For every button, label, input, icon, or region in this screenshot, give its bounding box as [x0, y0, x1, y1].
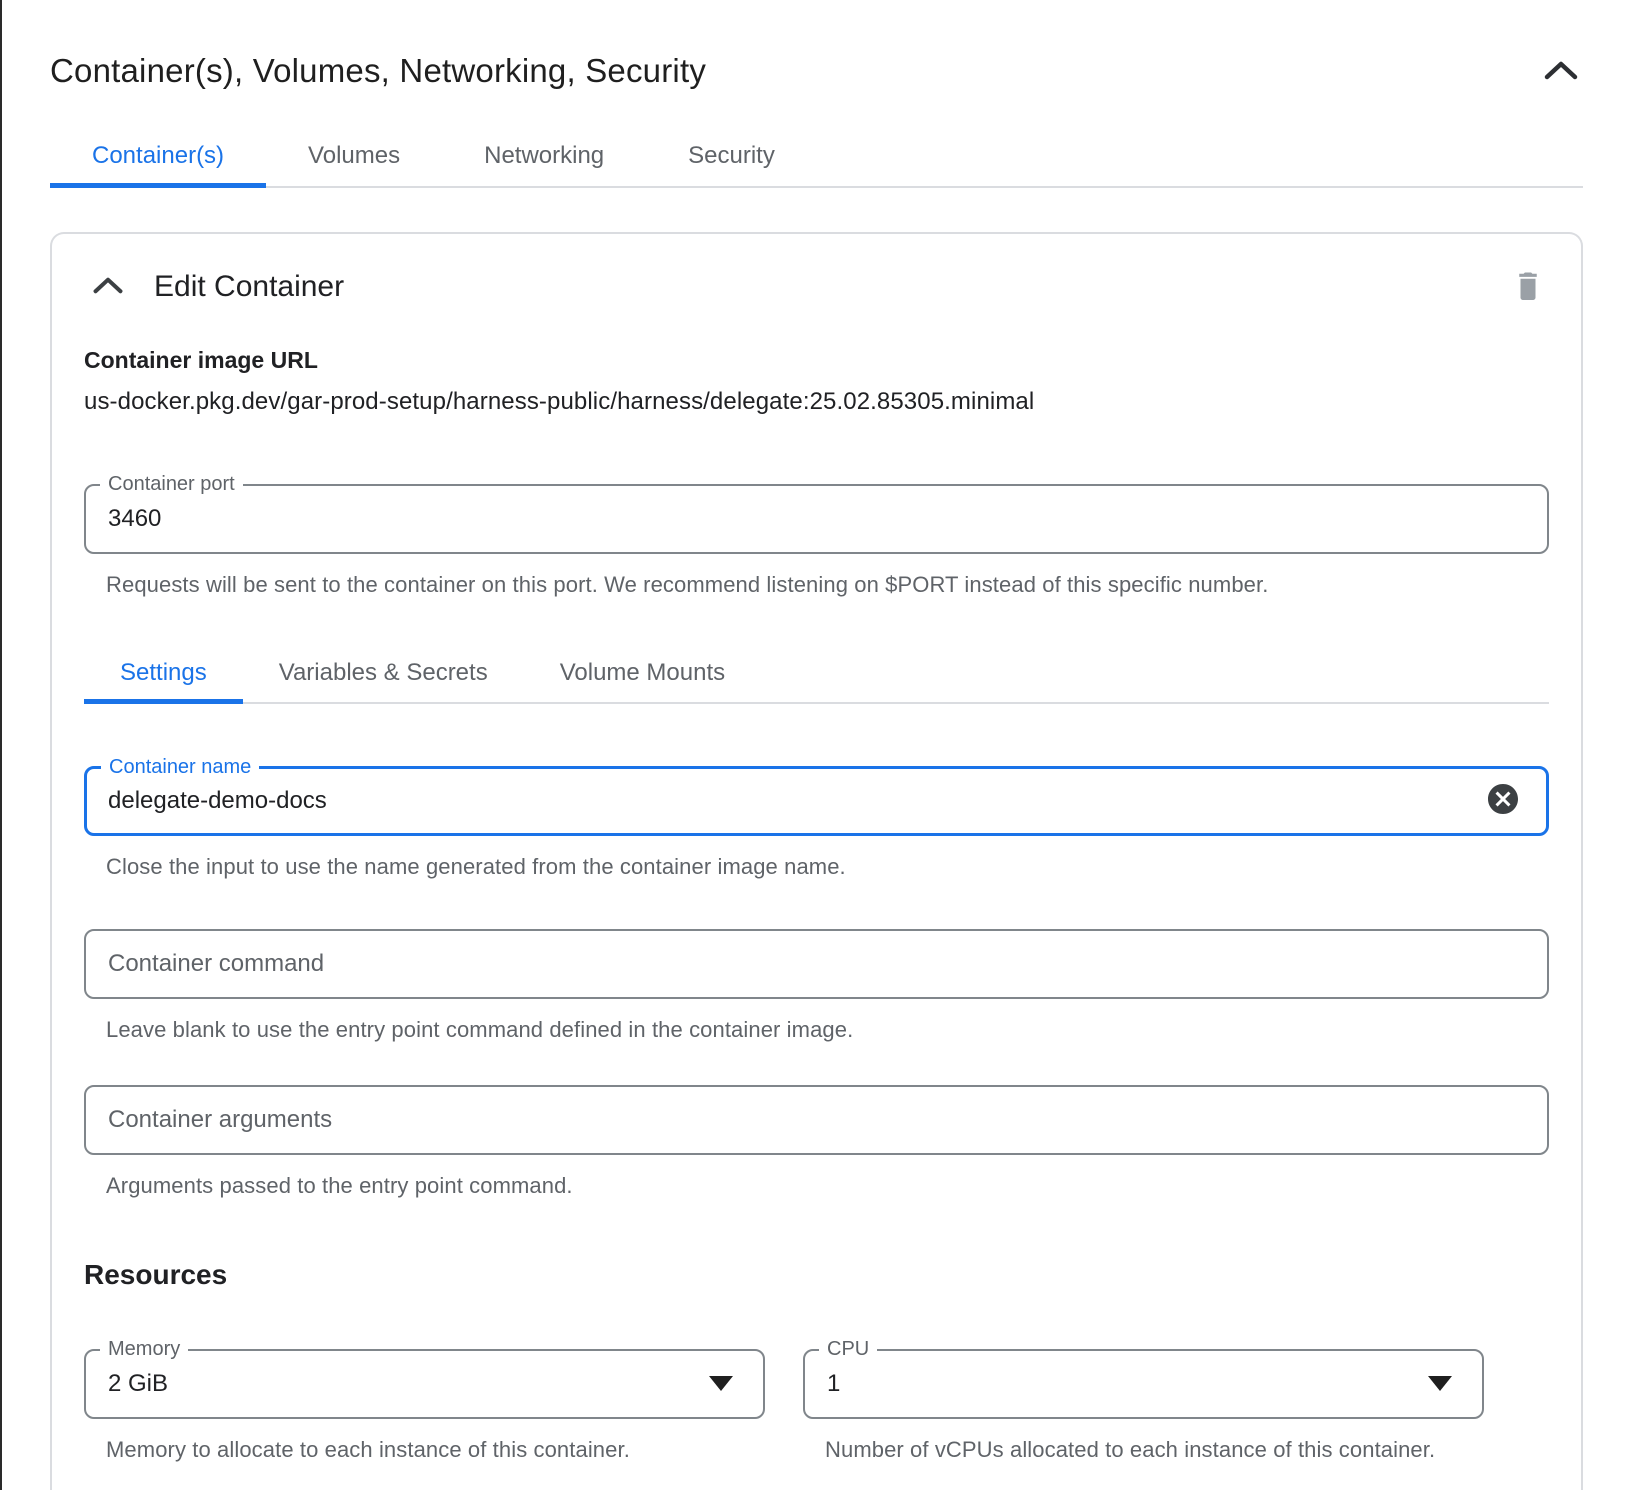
memory-value: 2 GiB	[108, 1370, 168, 1398]
cpu-value: 1	[827, 1370, 840, 1398]
tab-networking[interactable]: Networking	[442, 126, 646, 186]
container-name-input[interactable]	[108, 787, 1469, 815]
container-image-url-field: Container image URL us-docker.pkg.dev/ga…	[84, 347, 1549, 416]
x-circle-icon	[1485, 781, 1521, 820]
container-command-field[interactable]	[84, 929, 1549, 999]
resources-heading: Resources	[84, 1259, 1549, 1291]
memory-helper: Memory to allocate to each instance of t…	[106, 1435, 726, 1465]
collapse-panel-button[interactable]	[1539, 55, 1583, 88]
container-port-input[interactable]	[108, 505, 1525, 533]
tab-volumes[interactable]: Volumes	[266, 126, 442, 186]
container-arguments-field[interactable]	[84, 1085, 1549, 1155]
page-title: Container(s), Volumes, Networking, Secur…	[50, 52, 706, 90]
main-tabs: Container(s) Volumes Networking Security	[50, 126, 1583, 188]
caret-down-icon	[1428, 1376, 1452, 1391]
cpu-column: CPU 1 Number of vCPUs allocated to each …	[803, 1349, 1484, 1465]
container-command-helper: Leave blank to use the entry point comma…	[106, 1015, 1549, 1045]
container-command-input[interactable]	[108, 950, 1525, 978]
container-port-label: Container port	[100, 472, 243, 496]
container-arguments-helper: Arguments passed to the entry point comm…	[106, 1171, 1549, 1201]
clear-container-name-button[interactable]	[1481, 777, 1525, 824]
memory-column: Memory 2 GiB Memory to allocate to each …	[84, 1349, 765, 1465]
container-port-helper: Requests will be sent to the container o…	[106, 570, 1549, 600]
edit-container-card: Edit Container Container image URL us-do…	[50, 232, 1583, 1490]
container-port-field[interactable]: Container port	[84, 484, 1549, 554]
container-subtabs: Settings Variables & Secrets Volume Moun…	[84, 644, 1549, 704]
container-name-field[interactable]: Container name	[84, 766, 1549, 836]
resources-row: Memory 2 GiB Memory to allocate to each …	[84, 1349, 1485, 1465]
subtab-volume-mounts[interactable]: Volume Mounts	[524, 644, 761, 702]
cpu-helper: Number of vCPUs allocated to each instan…	[825, 1435, 1445, 1465]
chevron-up-icon	[1543, 59, 1579, 84]
subtab-variables-secrets[interactable]: Variables & Secrets	[243, 644, 524, 702]
subtab-settings[interactable]: Settings	[84, 644, 243, 702]
screen-left-edge	[0, 0, 2, 1490]
chevron-up-icon	[92, 275, 124, 298]
container-name-helper: Close the input to use the name generate…	[106, 852, 1549, 882]
caret-down-icon	[709, 1376, 733, 1391]
memory-select[interactable]: Memory 2 GiB	[84, 1349, 765, 1419]
panel-header: Container(s), Volumes, Networking, Secur…	[50, 0, 1583, 90]
container-arguments-input[interactable]	[108, 1106, 1525, 1134]
tab-security[interactable]: Security	[646, 126, 817, 186]
cpu-label: CPU	[819, 1337, 877, 1361]
container-image-url-value: us-docker.pkg.dev/gar-prod-setup/harness…	[84, 388, 1549, 416]
container-image-url-label: Container image URL	[84, 347, 1549, 374]
tab-containers[interactable]: Container(s)	[50, 126, 266, 186]
memory-label: Memory	[100, 1337, 188, 1361]
cpu-select[interactable]: CPU 1	[803, 1349, 1484, 1419]
card-title: Edit Container	[154, 270, 344, 304]
delete-container-button[interactable]	[1509, 264, 1547, 309]
trash-icon	[1513, 268, 1543, 305]
card-header: Edit Container	[84, 264, 1549, 309]
collapse-card-button[interactable]	[88, 271, 128, 302]
container-name-label: Container name	[101, 755, 259, 779]
container-settings-panel: Container(s), Volumes, Networking, Secur…	[50, 0, 1583, 1490]
